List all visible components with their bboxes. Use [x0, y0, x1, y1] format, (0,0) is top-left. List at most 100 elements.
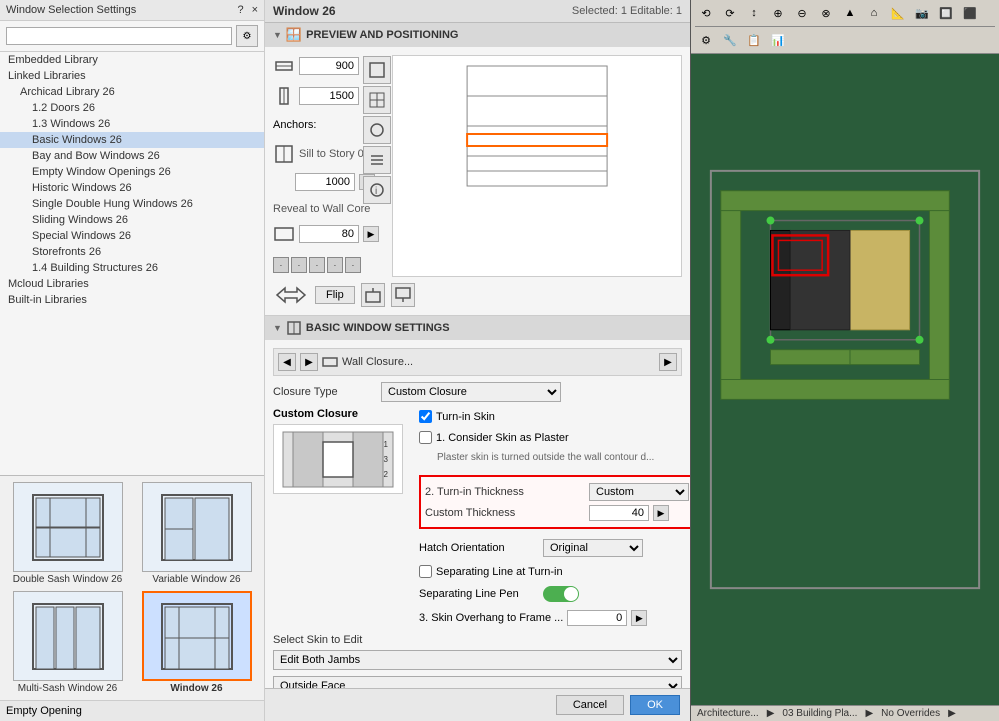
tree-item-builtin[interactable]: Built-in Libraries — [0, 292, 264, 308]
sep-line-checkbox[interactable] — [419, 565, 432, 578]
select-skin-select[interactable]: Edit Both Jambs Edit Left Jamb Edit Righ… — [273, 650, 682, 670]
custom-thickness-input[interactable] — [589, 505, 649, 521]
main-panel-info: Selected: 1 Editable: 1 — [572, 5, 682, 17]
tree-item-embedded[interactable]: Embedded Library — [0, 52, 264, 68]
tree-item-linked[interactable]: Linked Libraries — [0, 68, 264, 84]
cad-status-arch[interactable]: Architecture... — [697, 708, 759, 719]
tree-item-building[interactable]: 1.4 Building Structures 26 — [0, 260, 264, 276]
cad-status-floor[interactable]: 03 Building Pla... — [782, 708, 857, 719]
cad-status-overrides[interactable]: No Overrides — [881, 708, 940, 719]
icon-grid[interactable] — [363, 86, 391, 114]
section-preview-arrow: ▼ — [273, 30, 282, 40]
wall-closure-prev[interactable]: ◀ — [278, 353, 296, 371]
empty-opening-button[interactable]: Empty Opening — [0, 700, 264, 721]
svg-text:2: 2 — [384, 470, 389, 479]
sill-icon — [273, 143, 295, 165]
anchor-dot-5[interactable]: · — [345, 257, 361, 273]
sill-input[interactable] — [295, 173, 355, 191]
wall-closure-next[interactable]: ▶ — [300, 353, 318, 371]
cad-tool-3[interactable]: ↕ — [743, 2, 765, 24]
reveal-input[interactable] — [299, 225, 359, 243]
tree-item-archicad[interactable]: Archicad Library 26 — [0, 84, 264, 100]
tree-item-windows[interactable]: 1.3 Windows 26 — [0, 116, 264, 132]
icon-lines[interactable] — [363, 146, 391, 174]
help-icon[interactable]: ? — [237, 4, 243, 16]
panel-title-text: Window Selection Settings — [6, 4, 136, 16]
height-icon — [273, 85, 295, 107]
section-basic-window: ▼ BASIC WINDOW SETTINGS ◀ ▶ Wall Closure… — [265, 316, 690, 688]
sep-line-pen-toggle[interactable] — [543, 586, 579, 602]
section-basic-header[interactable]: ▼ BASIC WINDOW SETTINGS — [265, 316, 690, 340]
cad-tool-11[interactable]: 🔲 — [935, 2, 957, 24]
tree-item-basic-windows[interactable]: Basic Windows 26 — [0, 132, 264, 148]
anchor-dot-2[interactable]: · — [291, 257, 307, 273]
turn-in-thickness-select[interactable]: Custom Standard — [589, 483, 689, 501]
hatch-select[interactable]: Original Rotated — [543, 539, 643, 557]
closure-type-select[interactable]: Custom Closure Standard Closure No Closu… — [381, 382, 561, 402]
tree-item-doors[interactable]: 1.2 Doors 26 — [0, 100, 264, 116]
tree-item-special[interactable]: Special Windows 26 — [0, 228, 264, 244]
flip-button[interactable]: Flip — [315, 286, 355, 304]
anchor-dot-3[interactable]: · — [309, 257, 325, 273]
cad-tool-7[interactable]: ▲ — [839, 2, 861, 24]
tree-item-empty-openings[interactable]: Empty Window Openings 26 — [0, 164, 264, 180]
ok-button[interactable]: OK — [630, 695, 680, 715]
cad-toolbar: ⟲ ⟳ ↕ ⊕ ⊖ ⊗ ▲ ⌂ 📐 📷 🔲 ⬛ ⚙ 🔧 📋 📊 — [691, 0, 999, 54]
cad-tool-16[interactable]: 📊 — [767, 29, 789, 51]
tree-item-bay-bow[interactable]: Bay and Bow Windows 26 — [0, 148, 264, 164]
icon-frame[interactable] — [363, 56, 391, 84]
close-icon[interactable]: × — [252, 4, 258, 16]
anchor-dot-4[interactable]: · — [327, 257, 343, 273]
tree-item-historic[interactable]: Historic Windows 26 — [0, 180, 264, 196]
thickness-arrow[interactable]: ▶ — [653, 505, 669, 521]
cancel-button[interactable]: Cancel — [556, 695, 624, 715]
select-skin-label: Select Skin to Edit — [273, 634, 362, 646]
preview-multi-sash[interactable]: Multi-Sash Window 26 — [6, 591, 129, 694]
overhang-arrow[interactable]: ▶ — [631, 610, 647, 626]
turn-in-skin-checkbox[interactable] — [419, 410, 432, 423]
bottom-buttons-bar: Cancel OK — [265, 688, 690, 721]
section-preview-header[interactable]: ▼ 🪟 PREVIEW AND POSITIONING — [265, 23, 690, 47]
section-preview-title: PREVIEW AND POSITIONING — [306, 29, 458, 41]
svg-text:1: 1 — [384, 440, 389, 449]
preview-variable[interactable]: Variable Window 26 — [135, 482, 258, 585]
svg-text:3: 3 — [384, 455, 389, 464]
anchors-label: Anchors: — [273, 119, 316, 131]
search-settings-button[interactable]: ⚙ — [236, 25, 258, 47]
tree-item-storefronts[interactable]: Storefronts 26 — [0, 244, 264, 260]
preview-double-sash-label: Double Sash Window 26 — [13, 574, 123, 585]
overhang-input[interactable] — [567, 610, 627, 626]
cad-tool-1[interactable]: ⟲ — [695, 2, 717, 24]
preview-window26[interactable]: Window 26 — [135, 591, 258, 694]
tree-item-mcloud[interactable]: Mcloud Libraries — [0, 276, 264, 292]
cad-tool-6[interactable]: ⊗ — [815, 2, 837, 24]
orient-button-1[interactable] — [361, 283, 385, 307]
turn-in-skin-label: Turn-in Skin — [436, 411, 495, 423]
face-select[interactable]: Outside Face Inside Face — [273, 676, 682, 688]
cad-tool-2[interactable]: ⟳ — [719, 2, 741, 24]
tree-item-single-double[interactable]: Single Double Hung Windows 26 — [0, 196, 264, 212]
cad-tool-13[interactable]: ⚙ — [695, 29, 717, 51]
anchor-dot-1[interactable]: · — [273, 257, 289, 273]
cad-tool-8[interactable]: ⌂ — [863, 2, 885, 24]
search-input[interactable] — [6, 27, 232, 45]
tree-item-sliding[interactable]: Sliding Windows 26 — [0, 212, 264, 228]
width-input[interactable] — [299, 57, 359, 75]
icon-circle[interactable] — [363, 116, 391, 144]
cad-tool-14[interactable]: 🔧 — [719, 29, 741, 51]
preview-double-sash[interactable]: Double Sash Window 26 — [6, 482, 129, 585]
wall-closure-expand[interactable]: ▶ — [659, 353, 677, 371]
cad-tool-9[interactable]: 📐 — [887, 2, 909, 24]
cad-tool-12[interactable]: ⬛ — [959, 2, 981, 24]
reveal-arrow-button[interactable]: ▶ — [363, 226, 379, 242]
cad-tool-4[interactable]: ⊕ — [767, 2, 789, 24]
basic-window-icon — [286, 320, 302, 336]
cad-tool-10[interactable]: 📷 — [911, 2, 933, 24]
consider-plaster-checkbox[interactable] — [419, 431, 432, 444]
cad-tool-15[interactable]: 📋 — [743, 29, 765, 51]
preview-icon: 🪟 — [286, 27, 302, 43]
height-input[interactable] — [299, 87, 359, 105]
cad-tool-5[interactable]: ⊖ — [791, 2, 813, 24]
icon-info[interactable]: i — [363, 176, 391, 204]
orient-button-2[interactable] — [391, 283, 415, 307]
